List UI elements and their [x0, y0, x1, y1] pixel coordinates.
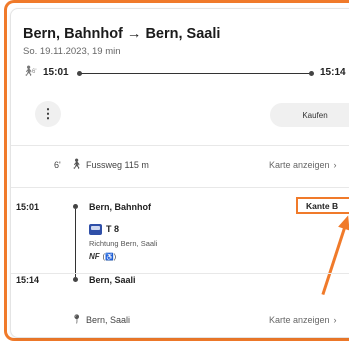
divider [11, 187, 349, 188]
buy-button[interactable]: Kaufen [270, 103, 349, 127]
direction-text: Richtung Bern, Saali [89, 239, 158, 248]
origin-stop-name: Bern, Bahnhof [89, 202, 151, 212]
platform-badge: Kante B [296, 197, 349, 214]
tram-line-number: T 8 [106, 224, 120, 234]
show-map-label: Karte anzeigen [269, 160, 330, 170]
journey-line [75, 209, 76, 277]
walk-duration-mini: 6' [32, 69, 37, 75]
location-pin-icon: 📍︎ [71, 314, 83, 324]
connection-date-duration: So. 19.11.2023, 19 min [23, 46, 121, 57]
divider [11, 145, 349, 146]
timeline-end-dot [309, 71, 314, 76]
timeline-overview: 🚶︎ 6' 15:01 15:14 [22, 66, 349, 82]
destination-time: 15:14 [16, 275, 40, 285]
show-map-link[interactable]: Karte anzeigen › [269, 160, 337, 170]
chevron-right-icon: › [333, 315, 337, 325]
destination-stop-name: Bern, Saali [89, 275, 136, 285]
more-options-button[interactable]: ⋮ [35, 101, 61, 127]
walk-minutes: 6' [54, 160, 61, 170]
destination-name: Bern, Saali [86, 315, 131, 325]
origin-time: 15:01 [16, 202, 40, 212]
more-vertical-icon: ⋮ [41, 106, 55, 121]
chevron-right-icon: › [333, 160, 337, 170]
connection-title: Bern, Bahnhof → Bern, Saali [23, 26, 221, 42]
show-map-label: Karte anzeigen [269, 315, 330, 325]
tram-line-row: T 8 [89, 222, 119, 236]
timeline-line [81, 73, 310, 74]
walk-section: 6' 🚶︎ Fussweg 115 m Karte anzeigen › [0, 159, 349, 175]
show-map-link[interactable]: Karte anzeigen › [269, 315, 337, 325]
tram-icon [89, 223, 102, 235]
accessibility-row: NF (♿) [89, 252, 116, 261]
arrival-time: 15:14 [320, 67, 346, 78]
divider [11, 273, 349, 274]
destination-dot [73, 277, 78, 282]
departure-time: 15:01 [43, 67, 69, 78]
destination-section: 📍︎ Bern, Saali Karte anzeigen › [0, 314, 349, 330]
low-floor-label: NF [89, 252, 100, 261]
walk-icon: 🚶︎ [70, 159, 83, 170]
walk-distance: Fussweg 115 m [86, 160, 149, 170]
wheelchair-icon: (♿) [102, 254, 117, 261]
